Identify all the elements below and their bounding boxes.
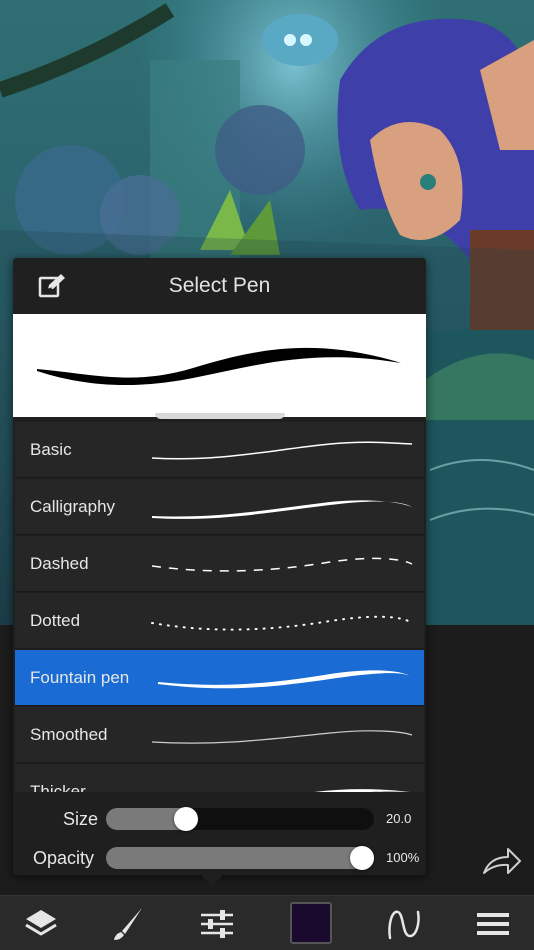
pen-stroke-sample (150, 428, 415, 472)
preview-handle[interactable] (155, 413, 285, 419)
pen-label: Dashed (30, 554, 89, 573)
opacity-slider[interactable] (106, 847, 374, 869)
size-slider[interactable] (106, 808, 374, 830)
pen-list[interactable]: Basic Calligraphy Dashed Dotted Fountain pen… (13, 422, 426, 792)
opacity-slider-fill (106, 847, 374, 869)
pen-stroke-sample (150, 485, 415, 529)
pen-stroke-sample (150, 542, 415, 586)
pen-row-calligraphy[interactable]: Calligraphy (15, 479, 424, 535)
pen-curve-icon[interactable] (384, 904, 424, 944)
size-value: 20.0 (386, 811, 412, 826)
app-screen: Select Pen Basic Calligraphy Dashed Dotted F… (0, 0, 534, 950)
pen-settings: Size 20.0 Opacity 100% (13, 792, 426, 875)
pen-stroke-sample (150, 770, 415, 792)
panel-title: Select Pen (168, 274, 271, 297)
layers-icon[interactable] (21, 904, 61, 944)
pen-label: Dotted (30, 611, 81, 630)
pen-label: Smoothed (30, 725, 108, 744)
pen-stroke-sample (150, 599, 415, 643)
sliders-icon[interactable] (197, 904, 237, 944)
pen-preview (13, 314, 426, 417)
pen-stroke-sample (150, 713, 415, 757)
brush-icon[interactable] (108, 904, 148, 944)
pen-row-fountain[interactable]: Fountain pen (15, 650, 424, 706)
pen-row-basic[interactable]: Basic (15, 422, 424, 478)
pen-row-dashed[interactable]: Dashed (15, 536, 424, 592)
size-slider-fill (106, 808, 182, 830)
pen-label: Thicker (30, 782, 86, 792)
opacity-value: 100% (386, 850, 420, 865)
panel-header: Select Pen (13, 258, 426, 314)
pen-row-smoothed[interactable]: Smoothed (15, 707, 424, 763)
pen-label: Calligraphy (30, 497, 116, 516)
color-swatch[interactable] (290, 902, 332, 944)
redo-icon[interactable] (480, 843, 522, 879)
pen-label: Fountain pen (30, 668, 130, 687)
size-label: Size (63, 809, 99, 829)
pen-stroke-sample (150, 656, 415, 700)
opacity-label: Opacity (33, 848, 95, 868)
pen-row-thicker[interactable]: Thicker (15, 764, 424, 792)
bottom-toolbar (0, 895, 534, 950)
pen-label: Basic (30, 440, 72, 459)
pen-row-dotted[interactable]: Dotted (15, 593, 424, 649)
select-pen-panel: Select Pen Basic Calligraphy Dashed Dotted F… (13, 258, 426, 875)
menu-icon[interactable] (473, 904, 513, 944)
opacity-slider-thumb[interactable] (350, 846, 374, 870)
panel-pointer (200, 874, 224, 886)
